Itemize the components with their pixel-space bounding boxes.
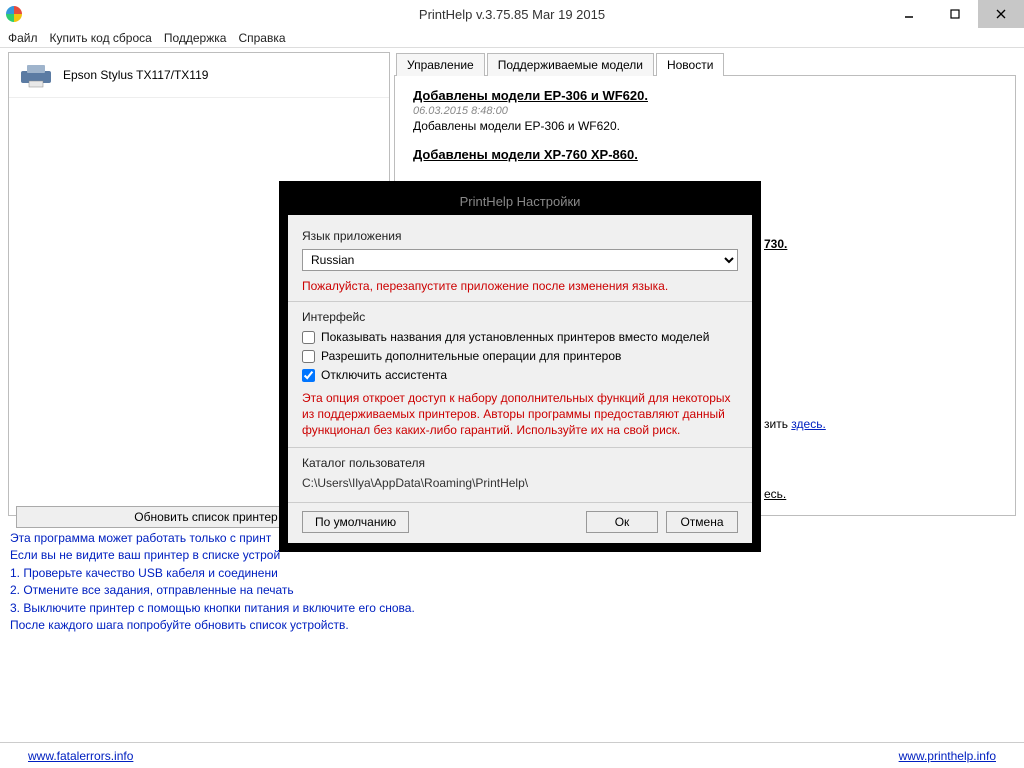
default-button[interactable]: По умолчанию bbox=[302, 511, 409, 533]
maximize-button[interactable] bbox=[932, 0, 978, 28]
window-title: PrintHelp v.3.75.85 Mar 19 2015 bbox=[419, 7, 605, 22]
news-title[interactable]: Добавлены модели XP-760 XP-860. bbox=[413, 147, 997, 162]
close-button[interactable] bbox=[978, 0, 1024, 28]
footer: www.fatalerrors.info www.printhelp.info bbox=[0, 742, 1024, 768]
checkbox-extra-ops[interactable]: Разрешить дополнительные операции для пр… bbox=[302, 349, 738, 363]
divider bbox=[288, 447, 752, 448]
checkbox-show-names[interactable]: Показывать названия для установленных пр… bbox=[302, 330, 738, 344]
menu-buy[interactable]: Купить код сброса bbox=[50, 31, 152, 45]
checkbox-input[interactable] bbox=[302, 331, 315, 344]
dialog-title: PrintHelp Настройки bbox=[288, 190, 752, 215]
language-label: Язык приложения bbox=[302, 229, 738, 243]
printer-name: Epson Stylus TX117/TX119 bbox=[63, 68, 208, 82]
language-restart-note: Пожалуйста, перезапустите приложение пос… bbox=[302, 279, 738, 293]
help-line: 2. Отмените все задания, отправленные на… bbox=[10, 582, 1014, 599]
checkbox-input[interactable] bbox=[302, 369, 315, 382]
news-body: Добавлены модели EP-306 и WF620. bbox=[413, 119, 997, 133]
tabs: Управление Поддерживаемые модели Новости bbox=[396, 52, 1016, 75]
ok-button[interactable]: Ок bbox=[586, 511, 658, 533]
footer-link-left[interactable]: www.fatalerrors.info bbox=[28, 749, 133, 763]
printer-list-item[interactable]: Epson Stylus TX117/TX119 bbox=[9, 53, 389, 98]
titlebar: PrintHelp v.3.75.85 Mar 19 2015 bbox=[0, 0, 1024, 28]
dialog-footer: По умолчанию Ок Отмена bbox=[288, 502, 752, 543]
tab-news[interactable]: Новости bbox=[656, 53, 724, 76]
printer-icon bbox=[19, 61, 53, 89]
settings-dialog: PrintHelp Настройки Язык приложения Russ… bbox=[280, 182, 760, 551]
checkbox-label: Разрешить дополнительные операции для пр… bbox=[321, 349, 621, 363]
risk-warning: Эта опция откроет доступ к набору дополн… bbox=[302, 390, 738, 439]
link-here[interactable]: здесь. bbox=[791, 417, 826, 431]
news-item: Добавлены модели EP-306 и WF620. 06.03.2… bbox=[413, 88, 997, 133]
tab-manage[interactable]: Управление bbox=[396, 53, 485, 76]
help-line: 3. Выключите принтер с помощью кнопки пи… bbox=[10, 600, 1014, 617]
news-item: Добавлены модели XP-760 XP-860. bbox=[413, 147, 997, 162]
menu-support[interactable]: Поддержка bbox=[164, 31, 227, 45]
text-fragment: зить здесь. bbox=[764, 417, 826, 431]
dialog-body: Язык приложения Russian Пожалуйста, пере… bbox=[288, 215, 752, 502]
checkbox-label: Отключить ассистента bbox=[321, 368, 447, 382]
news-date: 06.03.2015 8:48:00 bbox=[413, 105, 997, 117]
tab-supported[interactable]: Поддерживаемые модели bbox=[487, 53, 654, 76]
catalog-label: Каталог пользователя bbox=[302, 456, 738, 470]
help-line: После каждого шага попробуйте обновить с… bbox=[10, 617, 1014, 634]
checkbox-label: Показывать названия для установленных пр… bbox=[321, 330, 709, 344]
language-select[interactable]: Russian bbox=[302, 249, 738, 271]
divider bbox=[288, 301, 752, 302]
checkbox-disable-assistant[interactable]: Отключить ассистента bbox=[302, 368, 738, 382]
menubar: Файл Купить код сброса Поддержка Справка bbox=[0, 28, 1024, 48]
minimize-button[interactable] bbox=[886, 0, 932, 28]
interface-label: Интерфейс bbox=[302, 310, 738, 324]
news-title-fragment: 730. bbox=[764, 237, 787, 251]
news-title[interactable]: Добавлены модели EP-306 и WF620. bbox=[413, 88, 997, 103]
footer-link-right[interactable]: www.printhelp.info bbox=[899, 749, 996, 763]
catalog-path: C:\Users\Ilya\AppData\Roaming\PrintHelp\ bbox=[302, 476, 738, 490]
help-line: 1. Проверьте качество USB кабеля и соеди… bbox=[10, 565, 1014, 582]
app-icon bbox=[6, 6, 22, 22]
cancel-button[interactable]: Отмена bbox=[666, 511, 738, 533]
menu-help[interactable]: Справка bbox=[238, 31, 285, 45]
checkbox-input[interactable] bbox=[302, 350, 315, 363]
link-fragment[interactable]: есь. bbox=[764, 487, 786, 501]
menu-file[interactable]: Файл bbox=[8, 31, 38, 45]
